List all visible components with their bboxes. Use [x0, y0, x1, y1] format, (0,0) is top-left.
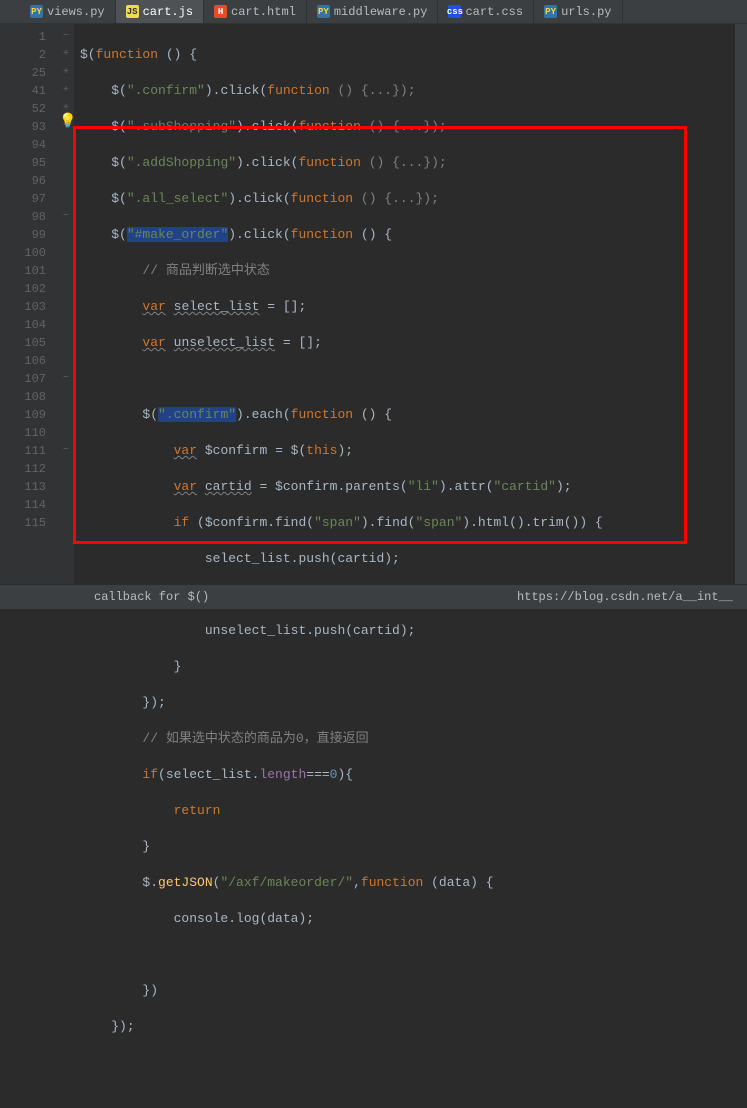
code-line: $(".confirm").each(function () { — [80, 406, 747, 424]
code-line: $.getJSON("/axf/makeorder/",function (da… — [80, 874, 747, 892]
code-line: }) — [80, 982, 747, 1000]
line-number: 107 — [0, 370, 46, 388]
line-number: 104 — [0, 316, 46, 334]
tab-urls-py[interactable]: PYurls.py — [534, 0, 622, 23]
scrollbar[interactable] — [735, 24, 747, 584]
python-icon: PY — [544, 5, 557, 18]
code-line: var cartid = $confirm.parents("li").attr… — [80, 478, 747, 496]
code-line: } — [80, 838, 747, 856]
line-number: 97 — [0, 190, 46, 208]
line-number: 109 — [0, 406, 46, 424]
line-number: 98 — [0, 208, 46, 226]
code-line: if(select_list.length===0){ — [80, 766, 747, 784]
line-number: 103 — [0, 298, 46, 316]
fold-marker[interactable]: − — [58, 370, 74, 388]
line-number: 1 — [0, 28, 46, 46]
tab-cart-html[interactable]: Hcart.html — [204, 0, 307, 23]
css-icon: css — [448, 5, 461, 18]
fold-marker[interactable]: + — [58, 64, 74, 82]
code-line: // 商品判断选中状态 — [80, 262, 747, 280]
line-number: 99 — [0, 226, 46, 244]
code-line: $(".addShopping").click(function () {...… — [80, 154, 747, 172]
javascript-icon: JS — [126, 5, 139, 18]
python-icon: PY — [317, 5, 330, 18]
line-number: 114 — [0, 496, 46, 514]
status-hint: callback for $() — [14, 590, 209, 604]
fold-marker[interactable]: − — [58, 28, 74, 46]
line-number: 105 — [0, 334, 46, 352]
line-gutter: 1 2 25 41 52 93 94 95 96 97 98 99 100 10… — [0, 24, 58, 584]
line-number: 94 — [0, 136, 46, 154]
fold-marker[interactable]: − — [58, 442, 74, 460]
line-number: 106 — [0, 352, 46, 370]
code-line: // 如果选中状态的商品为0，直接返回 — [80, 730, 747, 748]
code-line: var unselect_list = []; — [80, 334, 747, 352]
code-line: if ($confirm.find("span").find("span").h… — [80, 514, 747, 532]
fold-marker[interactable]: − — [58, 208, 74, 226]
line-number: 102 — [0, 280, 46, 298]
line-number: 95 — [0, 154, 46, 172]
line-number: 100 — [0, 244, 46, 262]
line-number: 93 — [0, 118, 46, 136]
code-line: $(".subShopping").click(function () {...… — [80, 118, 747, 136]
editor[interactable]: 1 2 25 41 52 93 94 95 96 97 98 99 100 10… — [0, 24, 747, 584]
fold-column: − + + + + − − − − — [58, 24, 74, 584]
tab-cart-css[interactable]: csscart.css — [438, 0, 534, 23]
html-icon: H — [214, 5, 227, 18]
code-line: $(".all_select").click(function () {...}… — [80, 190, 747, 208]
code-line: return — [80, 802, 747, 820]
line-number: 101 — [0, 262, 46, 280]
fold-marker[interactable]: + — [58, 46, 74, 64]
code-line: }); — [80, 1018, 747, 1036]
line-number: 108 — [0, 388, 46, 406]
line-number: 2 — [0, 46, 46, 64]
editor-tabs: PYviews.py JScart.js Hcart.html PYmiddle… — [0, 0, 747, 24]
code-line: unselect_list.push(cartid); — [80, 622, 747, 640]
code-area[interactable]: $(function () { $(".confirm").click(func… — [74, 24, 747, 584]
line-number: 112 — [0, 460, 46, 478]
intention-bulb-icon[interactable]: 💡 — [59, 113, 76, 130]
code-line: $(".confirm").click(function () {...}); — [80, 82, 747, 100]
line-number: 115 — [0, 514, 46, 532]
status-bar: callback for $() https://blog.csdn.net/a… — [0, 585, 747, 609]
code-line — [80, 946, 747, 964]
tab-cart-js[interactable]: JScart.js — [116, 0, 204, 23]
code-line: } — [80, 658, 747, 676]
code-line: console.log(data); — [80, 910, 747, 928]
line-number — [0, 532, 46, 550]
python-icon: PY — [30, 5, 43, 18]
tab-middleware-py[interactable]: PYmiddleware.py — [307, 0, 439, 23]
code-line: $("#make_order").click(function () { — [80, 226, 747, 244]
line-number: 41 — [0, 82, 46, 100]
tab-views-py[interactable]: PYviews.py — [20, 0, 116, 23]
watermark-url: https://blog.csdn.net/a__int__ — [517, 590, 733, 604]
code-line: select_list.push(cartid); — [80, 550, 747, 568]
code-line: }); — [80, 694, 747, 712]
code-line — [80, 370, 747, 388]
fold-marker[interactable]: + — [58, 82, 74, 100]
line-number: 111 — [0, 442, 46, 460]
line-number: 96 — [0, 172, 46, 190]
code-line — [80, 1054, 747, 1072]
line-number: 52 — [0, 100, 46, 118]
line-number: 110 — [0, 424, 46, 442]
code-line: var select_list = []; — [80, 298, 747, 316]
code-line: $(function () { — [80, 46, 747, 64]
code-line: var $confirm = $(this); — [80, 442, 747, 460]
line-number: 25 — [0, 64, 46, 82]
line-number: 113 — [0, 478, 46, 496]
